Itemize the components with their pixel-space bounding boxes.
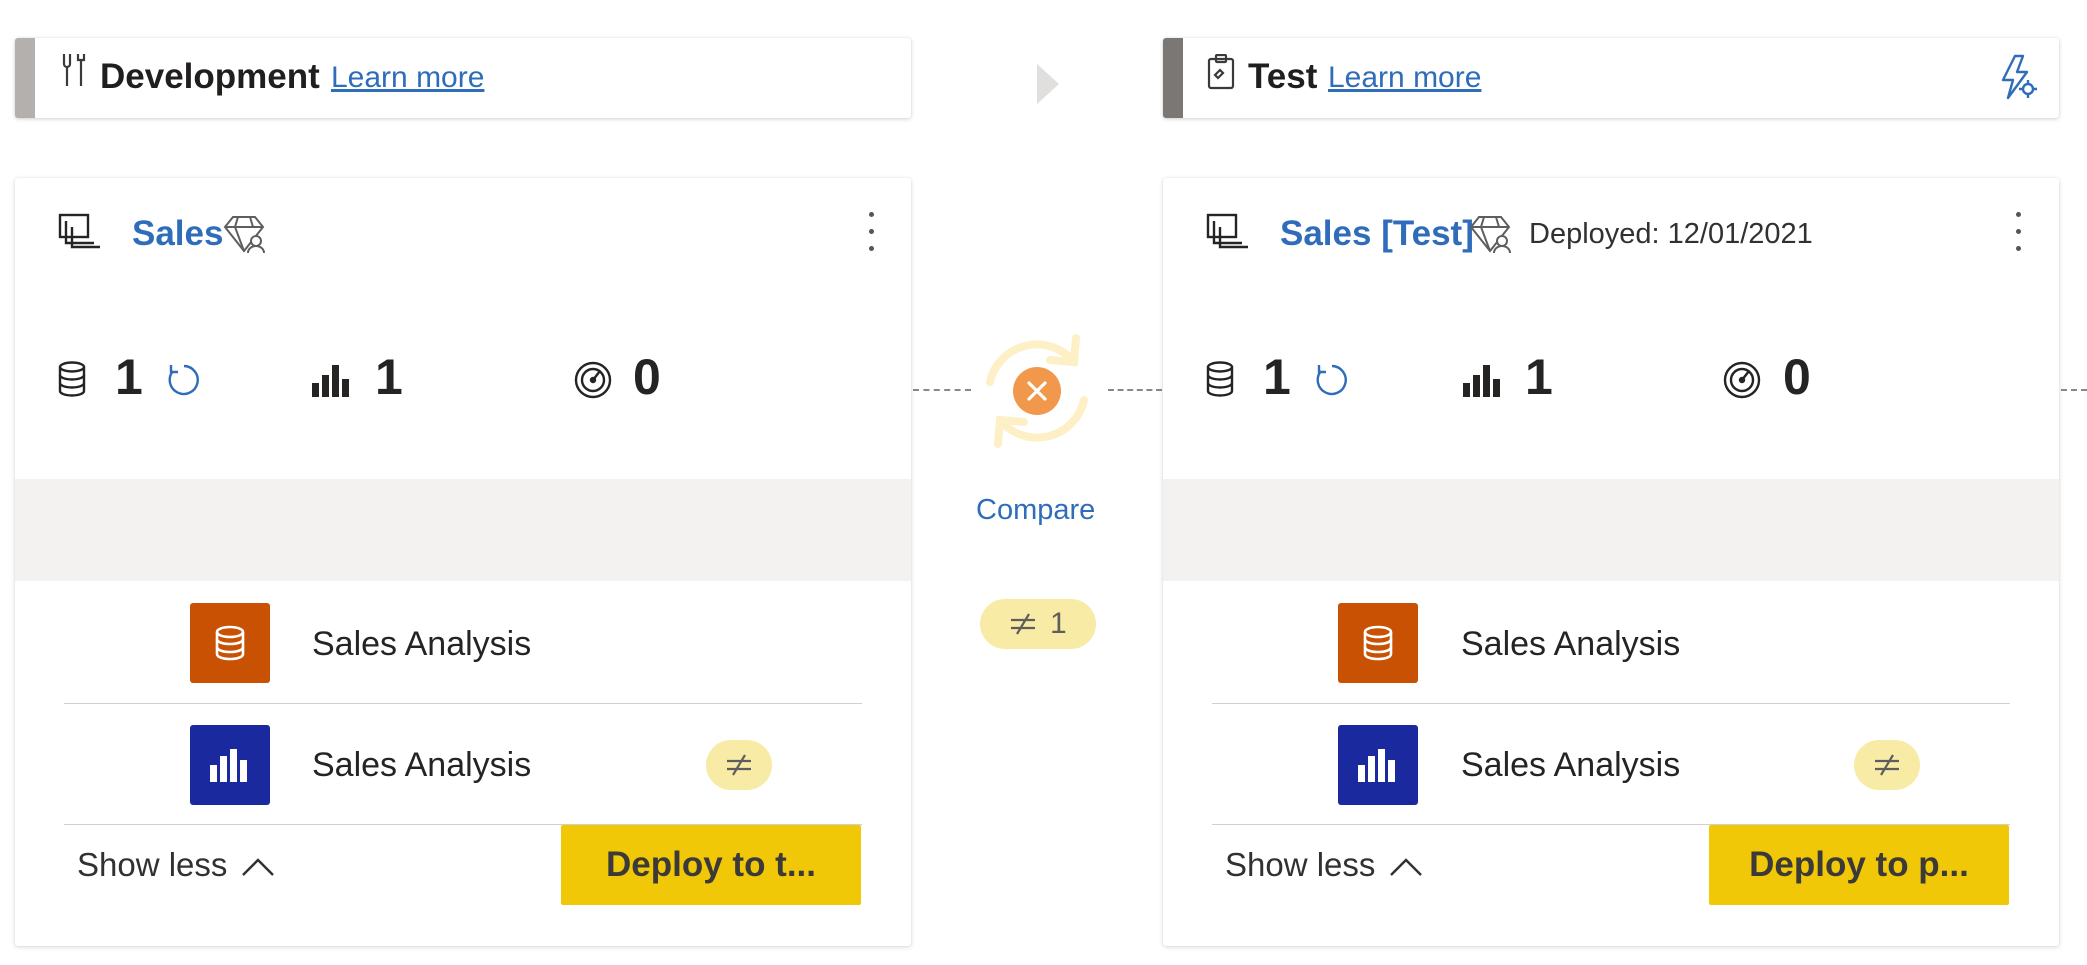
not-equal-icon (1011, 613, 1035, 635)
stage-arrow-icon (1035, 62, 1061, 111)
dashboard-icon (1722, 360, 1762, 405)
deployed-date: Deployed: 12/01/2021 (1529, 218, 1813, 250)
show-less-label: Show less (1225, 846, 1376, 883)
item-divider (64, 703, 862, 704)
dataset-icon (1206, 361, 1234, 402)
not-equal-icon (727, 754, 751, 776)
dashboard-count: 0 (1783, 349, 1811, 405)
show-less-label: Show less (77, 846, 228, 883)
premium-capacity-icon (1469, 215, 1513, 260)
chevron-up-icon (241, 858, 274, 877)
stage-color-bar (1163, 38, 1183, 118)
clipboard-icon (1207, 53, 1235, 95)
learn-more-link[interactable]: Learn more (331, 61, 484, 95)
dashboard-icon (573, 360, 613, 405)
card-section-divider (15, 479, 911, 581)
show-less-toggle[interactable]: Show less (77, 846, 275, 884)
tools-icon (59, 52, 87, 97)
item-name[interactable]: Sales Analysis (312, 746, 531, 785)
connector-line-left (913, 389, 971, 391)
refresh-icon[interactable] (167, 363, 201, 402)
deployment-rules-icon[interactable] (1997, 54, 2037, 105)
item-divider (1212, 703, 2010, 704)
item-name[interactable]: Sales Analysis (1461, 625, 1680, 664)
report-count: 1 (1525, 349, 1553, 405)
report-icon (312, 365, 352, 402)
compare-link[interactable]: Compare (976, 494, 1095, 527)
workspace-icon (58, 213, 100, 254)
workspace-name[interactable]: Sales [Test] (1280, 214, 1474, 254)
workspace-card-development: Sales 1 1 0 Sales Analysis Sales Analysi… (15, 178, 911, 946)
difference-badge[interactable] (1854, 740, 1920, 790)
compare-difference-badge[interactable]: 1 (980, 599, 1096, 649)
more-options-button[interactable] (862, 210, 882, 254)
chevron-up-icon (1389, 858, 1422, 877)
workspace-card-test: Sales [Test] Deployed: 12/01/2021 1 1 0 (1163, 178, 2059, 946)
workspace-icon (1206, 213, 1248, 254)
workspace-name[interactable]: Sales (132, 214, 223, 254)
report-tile-icon (190, 725, 270, 805)
item-name[interactable]: Sales Analysis (312, 625, 531, 664)
stage-color-bar (15, 38, 35, 118)
learn-more-link[interactable]: Learn more (1328, 61, 1481, 95)
item-name[interactable]: Sales Analysis (1461, 746, 1680, 785)
stage-header-development: Development Learn more (15, 38, 911, 118)
deploy-button[interactable]: Deploy to t... (561, 825, 861, 905)
not-equal-icon (1875, 754, 1899, 776)
difference-count: 1 (1050, 607, 1067, 640)
dataset-tile-icon (190, 603, 270, 683)
stage-title: Development (100, 57, 320, 96)
report-count: 1 (375, 349, 403, 405)
more-options-button[interactable] (2009, 210, 2029, 254)
stage-header-test: Test Learn more (1163, 38, 2059, 118)
dataset-count: 1 (115, 349, 143, 405)
premium-capacity-icon (223, 215, 267, 260)
dataset-icon (58, 361, 86, 402)
connector-line-next (2061, 389, 2087, 391)
dataset-count: 1 (1263, 349, 1291, 405)
dataset-tile-icon (1338, 603, 1418, 683)
connector-line-right (1108, 389, 1162, 391)
show-less-toggle[interactable]: Show less (1225, 846, 1423, 884)
report-icon (1463, 365, 1503, 402)
dashboard-count: 0 (633, 349, 661, 405)
card-section-divider (1163, 479, 2059, 581)
error-icon (1013, 367, 1061, 420)
stage-title: Test (1248, 57, 1318, 96)
deploy-button[interactable]: Deploy to p... (1709, 825, 2009, 905)
difference-badge[interactable] (706, 740, 772, 790)
report-tile-icon (1338, 725, 1418, 805)
refresh-icon[interactable] (1315, 363, 1349, 402)
